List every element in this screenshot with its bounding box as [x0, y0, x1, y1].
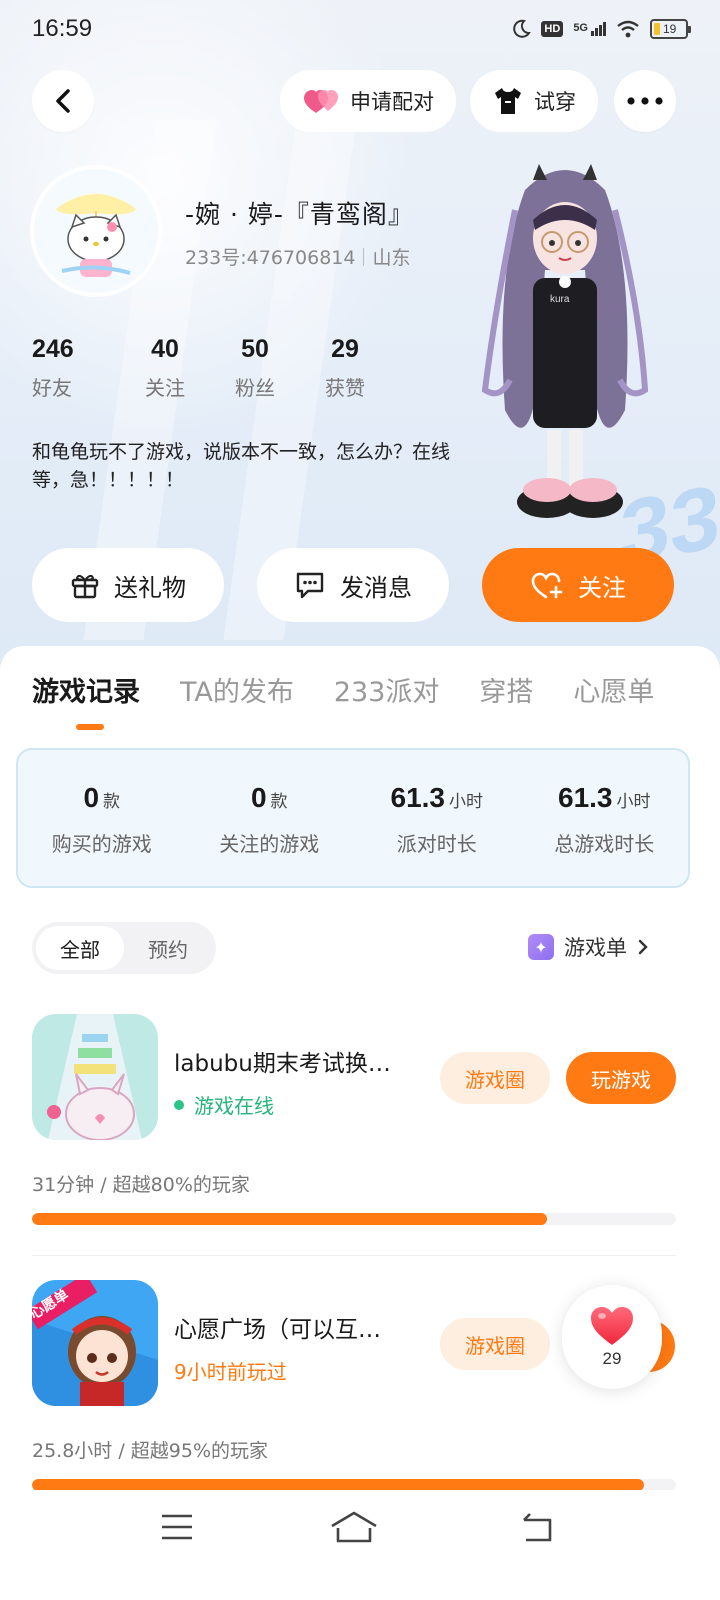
- moon-icon: [513, 19, 532, 38]
- try-on-button[interactable]: 试穿: [470, 70, 598, 132]
- summary-total-play-time: 61.3 小时 总游戏时长: [554, 782, 655, 856]
- game-icon-wish-plaza[interactable]: 心愿单: [32, 1280, 158, 1406]
- game-list-link[interactable]: ✦ 游戏单: [528, 932, 649, 962]
- chat-bubble-icon: [296, 572, 324, 599]
- profile-stats: 246 好友 40 关注 50 粉丝 29 获赞: [32, 335, 390, 401]
- online-dot-icon: [174, 1099, 184, 1110]
- game-name: labubu期末考试换…: [174, 1051, 391, 1077]
- tshirt-icon: [495, 88, 521, 114]
- stat-following[interactable]: 40 关注: [120, 335, 210, 401]
- system-nav-bar: [0, 1490, 720, 1600]
- more-button[interactable]: [614, 70, 676, 132]
- game-row[interactable]: labubu期末考试换… 游戏在线 游戏圈 玩游戏: [32, 1014, 676, 1140]
- game-progress-fill: [32, 1213, 548, 1225]
- divider: [32, 1255, 676, 1256]
- signal-icon: 5G: [573, 22, 606, 36]
- game-summary-card: 0款 购买的游戏 0款 关注的游戏 61.3 小时 派对时长 61.3 小时 总游戏…: [16, 748, 690, 888]
- filter-reserved[interactable]: 预约: [124, 926, 212, 970]
- wifi-icon: [617, 20, 639, 38]
- send-gift-button[interactable]: 送礼物: [32, 548, 224, 622]
- send-message-label: 发消息: [340, 573, 412, 602]
- user-region: 山东: [372, 247, 411, 269]
- avatar-character-image[interactable]: kura: [455, 150, 675, 550]
- summary-followed-games: 0款 关注的游戏: [219, 782, 320, 856]
- game-name: 心愿广场（可以互…: [174, 1317, 381, 1343]
- game-status: 9小时前玩过: [174, 1360, 287, 1384]
- svg-text:kura: kura: [550, 294, 570, 305]
- avatar-kitty-image: [36, 171, 156, 291]
- sparkle-icon: ✦: [528, 934, 554, 960]
- try-on-label: 试穿: [534, 90, 576, 114]
- game-circle-button[interactable]: 游戏圈: [440, 1318, 550, 1370]
- battery-icon: 19: [650, 19, 691, 39]
- like-count: 29: [602, 1349, 622, 1368]
- tab-game-records[interactable]: 游戏记录: [32, 670, 140, 709]
- user-id: 233号:476706814: [185, 247, 356, 269]
- like-button[interactable]: 29: [562, 1285, 662, 1389]
- hd-badge: HD: [541, 21, 564, 37]
- avatar[interactable]: [30, 165, 162, 297]
- heart-icon: [591, 1307, 633, 1345]
- filter-all[interactable]: 全部: [36, 926, 124, 970]
- stat-friends[interactable]: 246 好友: [32, 335, 120, 401]
- game-progress-bar: [32, 1213, 676, 1225]
- request-pair-button[interactable]: 申请配对: [280, 70, 456, 132]
- status-time: 16:59: [32, 15, 93, 42]
- tab-233-party[interactable]: 233派对: [334, 670, 440, 709]
- uid-line: 233号:476706814 山东: [185, 243, 410, 270]
- game-list-label: 游戏单: [564, 936, 627, 960]
- back-nav-icon[interactable]: [520, 1510, 556, 1544]
- back-arrow-icon: [56, 89, 70, 113]
- profile-tabs: 游戏记录 TA的发布 233派对 穿搭 心愿单: [32, 670, 654, 709]
- game-circle-button[interactable]: 游戏圈: [440, 1052, 550, 1104]
- game-playtime: 31分钟 / 超越80%的玩家: [32, 1174, 250, 1196]
- play-game-button[interactable]: 玩游戏: [566, 1052, 676, 1104]
- stat-likes[interactable]: 29 获赞: [300, 335, 390, 401]
- stat-fans[interactable]: 50 粉丝: [210, 335, 300, 401]
- tab-posts[interactable]: TA的发布: [180, 670, 294, 709]
- tab-outfits[interactable]: 穿搭: [479, 670, 533, 709]
- home-icon[interactable]: [330, 1510, 378, 1544]
- back-button[interactable]: [32, 70, 94, 132]
- summary-purchased-games: 0款 购买的游戏: [51, 782, 152, 856]
- heart-plus-icon: [531, 572, 563, 599]
- tab-indicator: [76, 724, 104, 730]
- heart-pair-icon: [304, 90, 338, 113]
- nickname: -婉 · 婷-『青鸾阁』: [185, 200, 414, 229]
- profile-bio: 和龟龟玩不了游戏，说版本不一致，怎么办？在线等，急！！！！！: [32, 441, 451, 491]
- send-message-button[interactable]: 发消息: [257, 548, 449, 622]
- game-status: 游戏在线: [174, 1090, 274, 1119]
- tab-wishlist[interactable]: 心愿单: [573, 670, 654, 709]
- request-pair-label: 申请配对: [350, 90, 434, 114]
- gift-icon: [71, 574, 99, 599]
- more-dots-icon: [627, 97, 663, 105]
- status-bar: 16:59 HD 5G 19: [0, 0, 720, 58]
- game-icon-labubu[interactable]: [32, 1014, 158, 1140]
- battery-level: 19: [663, 22, 677, 36]
- network-label: 5G: [573, 22, 588, 34]
- game-playtime: 25.8小时 / 超越95%的玩家: [32, 1440, 269, 1462]
- filter-segment: 全部 预约: [32, 922, 216, 974]
- follow-button[interactable]: 关注: [482, 548, 674, 622]
- menu-icon[interactable]: [160, 1510, 194, 1544]
- send-gift-label: 送礼物: [114, 573, 186, 602]
- follow-label: 关注: [578, 573, 626, 602]
- chevron-right-icon: [638, 939, 648, 955]
- summary-party-time: 61.3 小时 派对时长: [390, 782, 484, 856]
